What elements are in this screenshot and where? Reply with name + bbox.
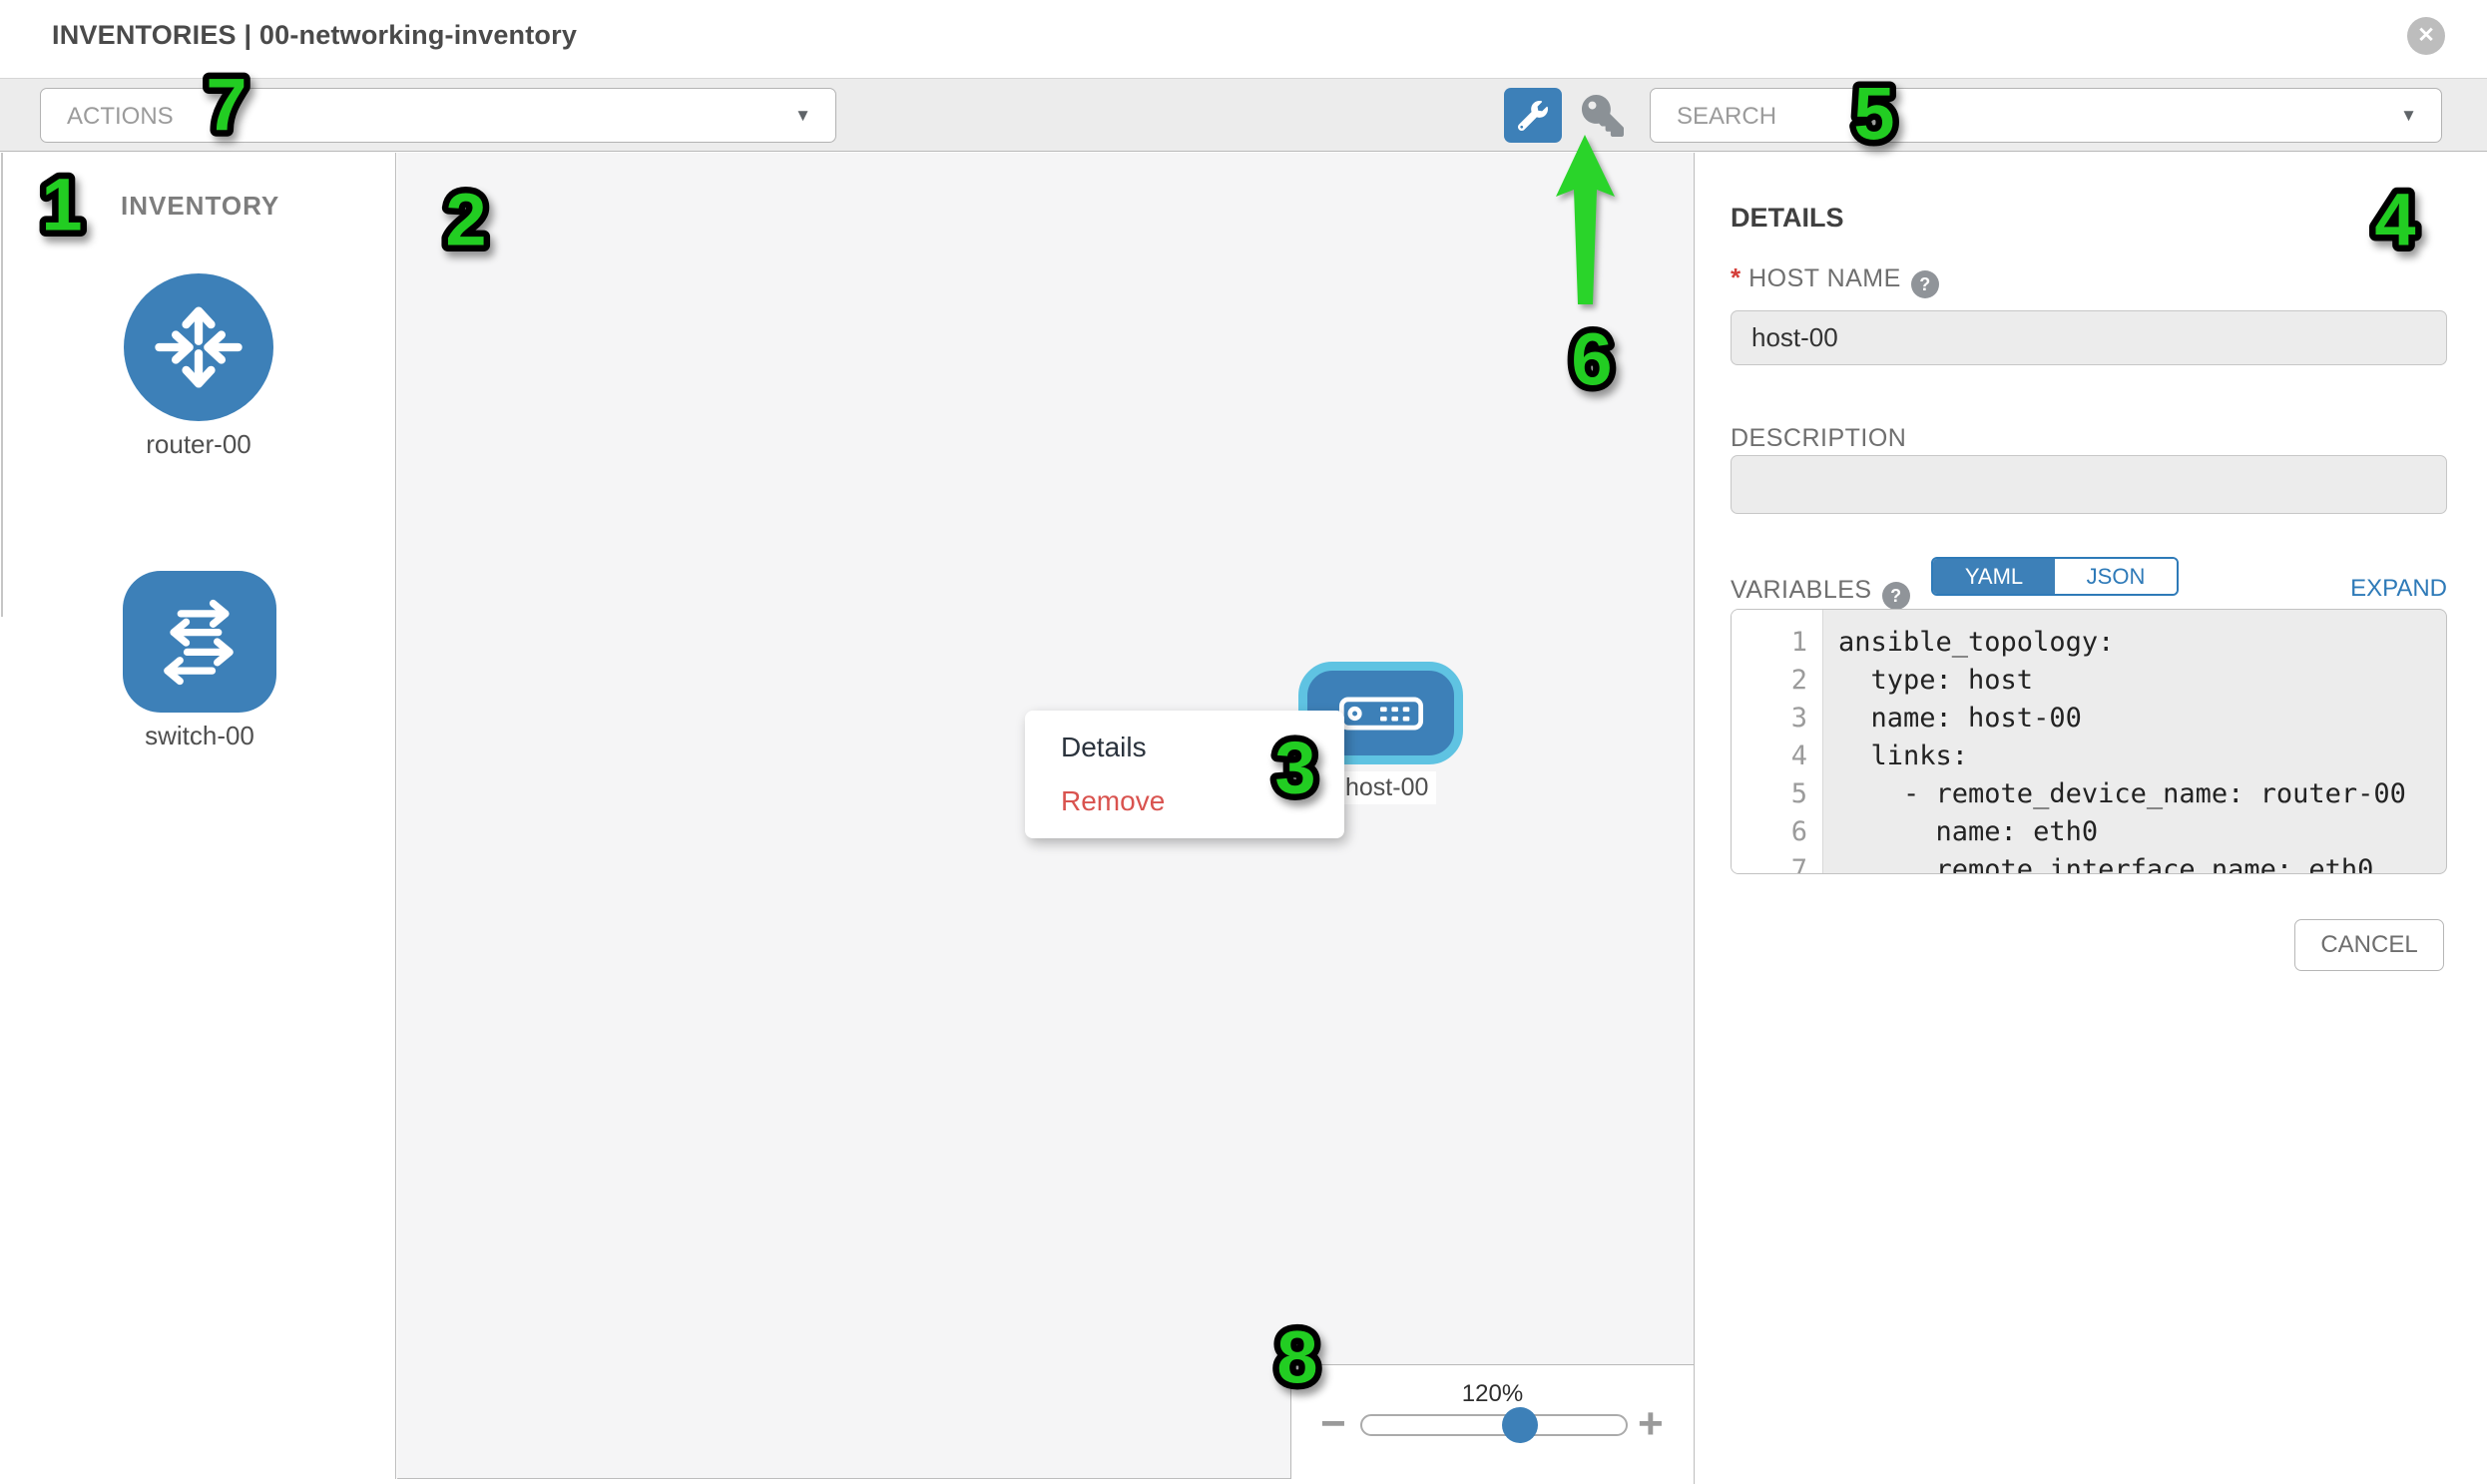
line-text: - remote_device_name: router-00 [1838, 775, 2406, 813]
line-text: name: host-00 [1838, 700, 2082, 738]
host-node-label: host-00 [1337, 771, 1436, 804]
palette-item-label: router-00 [124, 429, 273, 460]
line-number: 7 [1732, 851, 1807, 874]
topology-canvas[interactable]: host-00 Details Remove 120% − + [397, 153, 1694, 1479]
zoom-out-button[interactable]: − [1320, 1399, 1346, 1449]
variables-label: VARIABLES [1731, 576, 1872, 604]
tab-yaml[interactable]: YAML [1933, 559, 2055, 594]
router-shape [124, 273, 273, 421]
description-input[interactable] [1731, 455, 2447, 514]
help-icon[interactable]: ? [1911, 270, 1939, 298]
chevron-down-icon: ▼ [2400, 106, 2417, 126]
sidebar-heading: INVENTORY [121, 191, 279, 222]
details-panel: DETAILS *HOST NAME? DESCRIPTION VARIABLE… [1695, 153, 2487, 1484]
line-number: 6 [1732, 813, 1807, 851]
line-number: 5 [1732, 775, 1807, 813]
toolbar: ACTIONS ▼ SEARCH ▼ [0, 78, 2487, 152]
key-button[interactable] [1580, 93, 1626, 139]
palette-item-router[interactable]: router-00 [124, 273, 273, 460]
actions-dropdown-label: ACTIONS [67, 103, 174, 131]
inventory-topology-app: INVENTORIES | 00-networking-inventory ✕ … [0, 0, 2487, 1484]
context-menu: Details Remove [1025, 711, 1344, 838]
expand-link[interactable]: EXPAND [2350, 575, 2447, 603]
host-name-field-label-row: *HOST NAME? [1731, 262, 1939, 298]
zoom-level-readout: 120% [1291, 1380, 1694, 1408]
zoom-slider-thumb[interactable] [1502, 1407, 1538, 1443]
line-number: 1 [1732, 624, 1807, 662]
switch-icon [146, 590, 253, 694]
line-text: links: [1838, 738, 1968, 775]
context-menu-item-details[interactable]: Details [1025, 721, 1344, 774]
line-number: 4 [1732, 738, 1807, 775]
page-title: INVENTORIES | 00-networking-inventory [52, 20, 577, 51]
zoom-widget: 120% − + [1290, 1364, 1694, 1479]
variables-code-editor[interactable]: 1 ansible_topology: 2 type: host 3 name:… [1731, 609, 2447, 874]
search-dropdown[interactable]: SEARCH ▼ [1650, 88, 2442, 143]
details-heading: DETAILS [1731, 203, 1844, 234]
code-line: 1 ansible_topology: [1732, 624, 2447, 662]
line-number: 2 [1732, 662, 1807, 700]
code-line: 7 remote_interface_name: eth0 [1732, 851, 2447, 874]
actions-dropdown[interactable]: ACTIONS ▼ [40, 88, 836, 143]
host-icon [1338, 697, 1424, 731]
search-dropdown-label: SEARCH [1677, 103, 1776, 131]
palette-item-label: switch-00 [123, 721, 276, 751]
code-line: 4 links: [1732, 738, 2447, 775]
line-number: 3 [1732, 700, 1807, 738]
code-line: 6 name: eth0 [1732, 813, 2447, 851]
code-line: 5 - remote_device_name: router-00 [1732, 775, 2447, 813]
context-menu-item-remove[interactable]: Remove [1025, 774, 1344, 828]
line-text: name: eth0 [1838, 813, 2098, 851]
description-label: DESCRIPTION [1731, 424, 1906, 453]
variables-label-row: VARIABLES? [1731, 576, 1910, 610]
zoom-slider-track[interactable] [1360, 1414, 1628, 1436]
line-text: ansible_topology: [1838, 624, 2114, 662]
chevron-down-icon: ▼ [794, 106, 811, 126]
host-name-input[interactable] [1731, 310, 2447, 365]
variables-format-toggle: YAML JSON [1931, 557, 2179, 596]
router-icon [147, 295, 250, 399]
line-text: type: host [1838, 662, 2033, 700]
inventory-sidebar: INVENTORY router-00 [0, 153, 396, 1479]
close-icon[interactable]: ✕ [2407, 17, 2445, 55]
switch-shape [123, 571, 276, 713]
tab-json[interactable]: JSON [2055, 559, 2177, 594]
code-line: 3 name: host-00 [1732, 700, 2447, 738]
sidebar-scrollbar[interactable] [1, 153, 3, 617]
palette-item-switch[interactable]: switch-00 [123, 571, 276, 751]
required-asterisk: * [1731, 262, 1741, 292]
wrench-icon [1518, 101, 1548, 131]
cancel-button[interactable]: CANCEL [2294, 919, 2444, 971]
help-icon[interactable]: ? [1882, 582, 1910, 610]
toolbox-button[interactable] [1504, 88, 1562, 143]
host-name-label: HOST NAME [1748, 264, 1901, 292]
zoom-in-button[interactable]: + [1638, 1399, 1664, 1449]
code-line: 2 type: host [1732, 662, 2447, 700]
key-icon [1582, 95, 1624, 137]
line-text: remote_interface_name: eth0 [1838, 851, 2373, 874]
